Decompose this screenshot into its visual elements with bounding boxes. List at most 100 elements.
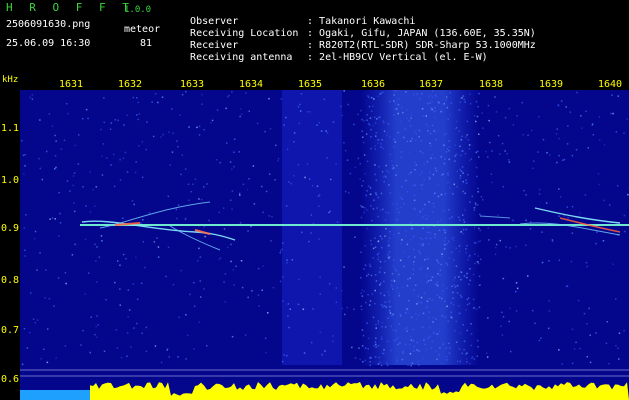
noise-dot xyxy=(172,283,175,286)
noise-dot xyxy=(375,135,377,137)
noise-dot xyxy=(414,161,416,164)
noise-dot xyxy=(422,227,424,230)
noise-dot xyxy=(366,227,369,230)
noise-dot xyxy=(48,297,51,300)
noise-dot xyxy=(49,218,51,220)
noise-dot xyxy=(487,317,489,319)
noise-dot xyxy=(437,195,440,198)
noise-dot xyxy=(425,115,427,117)
noise-dot xyxy=(286,262,288,264)
noise-dot xyxy=(418,129,421,132)
noise-dot xyxy=(391,273,394,275)
noise-dot xyxy=(157,101,159,104)
noise-dot xyxy=(558,349,560,351)
noise-dot xyxy=(135,256,137,259)
noise-dot xyxy=(586,265,588,268)
noise-dot xyxy=(460,271,463,273)
noise-dot xyxy=(402,350,404,353)
noise-dot xyxy=(383,280,385,283)
noise-dot xyxy=(210,122,212,124)
noise-dot xyxy=(431,276,433,278)
noise-dot xyxy=(31,94,34,96)
noise-dot xyxy=(343,90,345,92)
noise-dot xyxy=(404,128,407,131)
noise-dot xyxy=(113,153,115,156)
noise-dot xyxy=(443,134,445,136)
noise-dot xyxy=(196,126,198,129)
noise-dot xyxy=(59,222,62,224)
noise-dot xyxy=(199,256,202,258)
noise-dot xyxy=(312,308,314,310)
noise-dot xyxy=(480,196,483,198)
noise-dot xyxy=(206,183,208,185)
noise-dot xyxy=(262,211,264,214)
noise-dot xyxy=(383,305,385,307)
noise-dot xyxy=(96,336,98,338)
x-tick: 1640 xyxy=(598,79,623,90)
noise-dot xyxy=(145,350,148,353)
noise-dot xyxy=(440,110,442,113)
noise-dot xyxy=(373,345,375,347)
noise-dot xyxy=(603,199,605,202)
noise-dot xyxy=(148,212,151,214)
noise-dot xyxy=(154,345,157,347)
noise-dot xyxy=(71,254,74,256)
noise-dot xyxy=(394,108,397,111)
noise-dot xyxy=(181,93,184,96)
noise-dot xyxy=(460,278,462,281)
noise-dot xyxy=(137,118,139,121)
noise-dot xyxy=(286,259,288,261)
noise-dot xyxy=(380,282,382,285)
noise-dot xyxy=(381,322,384,324)
noise-dot xyxy=(500,325,502,328)
noise-dot xyxy=(612,112,614,115)
noise-dot xyxy=(441,315,444,317)
noise-dot xyxy=(185,358,187,360)
noise-dot xyxy=(403,136,405,139)
noise-dot xyxy=(476,115,479,118)
noise-dot xyxy=(136,322,138,325)
noise-dot xyxy=(474,253,476,255)
noise-dot xyxy=(430,279,432,281)
noise-dot xyxy=(509,307,511,310)
noise-dot xyxy=(393,259,395,261)
noise-dot xyxy=(383,349,385,351)
noise-dot xyxy=(497,214,499,216)
noise-dot xyxy=(360,305,363,307)
noise-dot xyxy=(424,203,426,206)
noise-dot xyxy=(476,355,478,357)
noise-dot xyxy=(389,135,391,138)
noise-dot xyxy=(419,98,421,100)
noise-dot xyxy=(54,134,56,137)
noise-dot xyxy=(475,151,477,154)
noise-dot xyxy=(165,275,167,278)
noise-dot xyxy=(428,201,430,203)
noise-dot xyxy=(466,329,468,332)
noise-dot xyxy=(422,326,424,329)
noise-dot xyxy=(102,143,105,145)
noise-dot xyxy=(285,205,288,207)
noise-dot xyxy=(421,171,423,174)
noise-dot xyxy=(396,360,398,362)
noise-dot xyxy=(417,295,420,297)
noise-dot xyxy=(110,164,112,166)
noise-dot xyxy=(466,120,469,123)
spectrogram-panel[interactable] xyxy=(20,90,629,400)
noise-dot xyxy=(391,279,393,282)
noise-dot xyxy=(465,252,467,254)
noise-dot xyxy=(448,140,450,142)
noise-dot xyxy=(429,142,431,145)
noise-dot xyxy=(161,96,164,98)
noise-dot xyxy=(450,302,452,304)
noise-dot xyxy=(92,189,94,191)
noise-dot xyxy=(515,290,517,293)
noise-dot xyxy=(377,215,379,218)
noise-dot xyxy=(453,183,455,186)
noise-dot xyxy=(571,328,574,331)
noise-dot xyxy=(460,139,463,141)
noise-dot xyxy=(343,142,345,144)
noise-dot xyxy=(396,164,398,167)
noise-dot xyxy=(268,97,270,100)
noise-dot xyxy=(98,256,101,258)
noise-dot xyxy=(425,231,428,233)
